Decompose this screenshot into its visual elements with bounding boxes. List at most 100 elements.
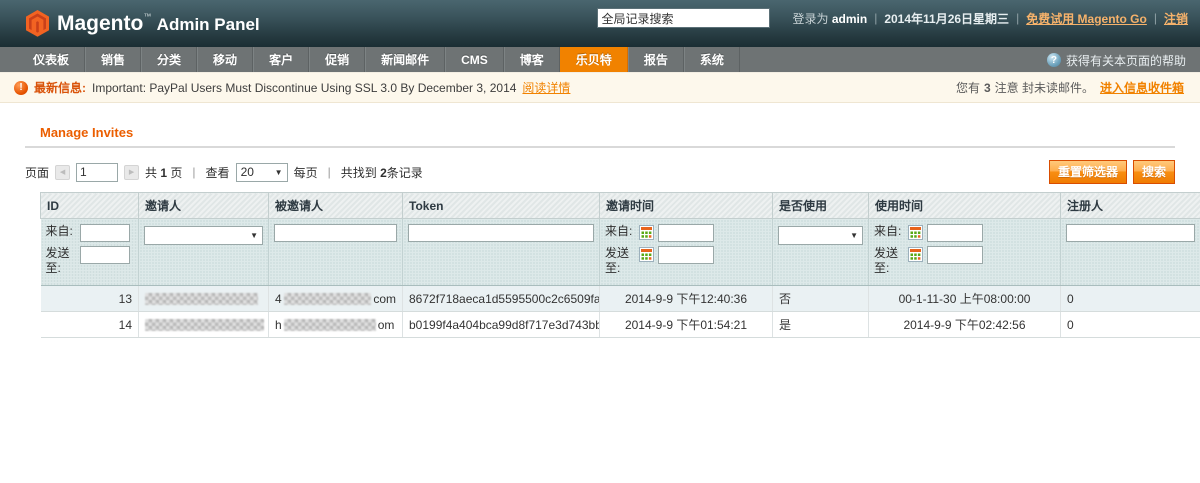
censored-email [284, 319, 376, 331]
brand-name: Magento [57, 12, 143, 35]
cell-used: 是 [773, 312, 869, 338]
calendar-icon[interactable] [639, 247, 654, 262]
header-right: 登录为 admin | 2014年11月26日星期三 | 免费试用 Magent… [597, 8, 1189, 28]
invite-time-to-input[interactable] [658, 246, 714, 264]
column-header-invitee[interactable]: 被邀请人 [269, 193, 403, 219]
chevron-down-icon: ▼ [275, 168, 283, 177]
page-number-input[interactable] [76, 163, 118, 182]
brand-suffix: Admin Panel [157, 15, 260, 34]
filter-cell-token [403, 219, 600, 286]
filter-from-label: 来自: [874, 224, 904, 239]
help-icon: ? [1047, 53, 1061, 67]
page-help-link[interactable]: ? 获得有关本页面的帮助 [1047, 47, 1186, 73]
inbox-count: 3 [984, 81, 991, 95]
per-page-select[interactable]: 20 ▼ [236, 163, 288, 182]
nav-items: 仪表板 销售 分类 移动 客户 促销 新闻邮件 CMS 博客 乐贝特 报告 系统 [18, 47, 740, 72]
cell-id: 14 [41, 312, 139, 338]
id-from-input[interactable] [80, 224, 130, 242]
read-details-link[interactable]: 阅读详情 [522, 79, 570, 96]
previous-page-icon[interactable]: ◀ [55, 165, 70, 180]
nav-item-catalog[interactable]: 分类 [141, 47, 197, 72]
logout-link[interactable]: 注销 [1164, 10, 1188, 27]
records-found-text: 共找到 2条记录 [341, 164, 423, 181]
cell-id: 13 [41, 286, 139, 312]
calendar-icon[interactable] [908, 225, 923, 240]
column-header-id[interactable]: ID [41, 193, 139, 219]
censored-email [145, 319, 264, 331]
view-label: 查看 [206, 164, 230, 181]
page-label: 页面 [25, 164, 49, 181]
censored-email [145, 293, 258, 305]
cell-inviter [139, 286, 269, 312]
logged-in-text: 登录为 admin [793, 10, 868, 27]
column-header-registrant[interactable]: 注册人 [1061, 193, 1200, 219]
go-to-inbox-link[interactable]: 进入信息收件箱 [1100, 79, 1184, 96]
cell-registrant: 0 [1061, 286, 1200, 312]
next-page-icon[interactable]: ▶ [124, 165, 139, 180]
use-time-from-input[interactable] [927, 224, 983, 242]
column-header-inviter[interactable]: 邀请人 [139, 193, 269, 219]
use-time-to-input[interactable] [927, 246, 983, 264]
nav-item-lebeite-active[interactable]: 乐贝特 [560, 47, 628, 72]
column-header-use-time[interactable]: 使用时间 [869, 193, 1061, 219]
app-header: Magento™ Admin Panel 登录为 admin | 2014年11… [0, 0, 1200, 47]
inbox-suffix: 注意 封未读邮件。 [995, 79, 1094, 96]
table-row[interactable]: 14 hom b0199f4a404bca99d8f717e3d743bbcc … [41, 312, 1200, 338]
invite-time-from-input[interactable] [658, 224, 714, 242]
per-page-suffix: 每页 [294, 164, 318, 181]
cell-used: 否 [773, 286, 869, 312]
cell-use-time: 2014-9-9 下午02:42:56 [869, 312, 1061, 338]
nav-item-blog[interactable]: 博客 [504, 47, 560, 72]
grid-toolbar: 页面 ◀ ▶ 共 1 页 | 查看 20 ▼ 每页 | 共找到 2条记录 重置筛… [25, 160, 1175, 184]
nav-item-promotions[interactable]: 促销 [309, 47, 365, 72]
nav-item-cms[interactable]: CMS [445, 47, 504, 72]
separator: | [874, 11, 877, 25]
filter-cell-registrant [1061, 219, 1200, 286]
filter-to-label: 发送至: [605, 246, 635, 276]
nav-item-customers[interactable]: 客户 [253, 47, 309, 72]
notice-bar: ! 最新信息: Important: PayPal Users Must Dis… [0, 73, 1200, 103]
invitee-filter-input[interactable] [274, 224, 397, 242]
cell-use-time: 00-1-11-30 上午08:00:00 [869, 286, 1061, 312]
records-count: 2 [380, 166, 387, 180]
page-title: Manage Invites [40, 125, 1180, 140]
grid-header-row: ID 邀请人 被邀请人 Token 邀请时间 是否使用 使用时间 注册人 [41, 193, 1200, 219]
calendar-icon[interactable] [639, 225, 654, 240]
column-header-used[interactable]: 是否使用 [773, 193, 869, 219]
column-header-invite-time[interactable]: 邀请时间 [600, 193, 773, 219]
nav-item-dashboard[interactable]: 仪表板 [18, 47, 85, 72]
content-area: Manage Invites 页面 ◀ ▶ 共 1 页 | 查看 20 ▼ 每页… [0, 103, 1200, 338]
id-to-input[interactable] [80, 246, 130, 264]
inbox-prefix: 您有 [956, 79, 980, 96]
grid-filter-row: 来自: 发送至: ▼ [41, 219, 1200, 286]
used-filter-select[interactable]: ▼ [778, 226, 863, 245]
table-row[interactable]: 13 4com 8672f718aeca1d5595500c2c6509faf1… [41, 286, 1200, 312]
separator: | [1016, 11, 1019, 25]
logged-in-user: admin [832, 12, 867, 26]
per-page-value: 20 [241, 165, 254, 179]
magento-go-trial-link[interactable]: 免费试用 Magento Go [1026, 10, 1147, 27]
chevron-down-icon: ▼ [850, 231, 858, 240]
filter-to-label: 发送至: [46, 246, 76, 276]
nav-item-mobile[interactable]: 移动 [197, 47, 253, 72]
filter-from-label: 来自: [605, 224, 635, 239]
cell-invitee: 4com [269, 286, 403, 312]
brand: Magento™ Admin Panel [26, 10, 260, 37]
search-button[interactable]: 搜索 [1133, 160, 1175, 184]
registrant-filter-input[interactable] [1066, 224, 1195, 242]
brand-text: Magento™ Admin Panel [57, 12, 260, 36]
global-search-input[interactable] [597, 8, 770, 28]
nav-item-newsletter[interactable]: 新闻邮件 [365, 47, 445, 72]
column-header-token[interactable]: Token [403, 193, 600, 219]
reset-filter-button[interactable]: 重置筛选器 [1049, 160, 1127, 184]
filter-cell-invitee [269, 219, 403, 286]
separator: | [328, 165, 331, 179]
chevron-down-icon: ▼ [250, 231, 258, 240]
nav-item-system[interactable]: 系统 [684, 47, 740, 72]
inviter-filter-select[interactable]: ▼ [144, 226, 263, 245]
title-divider [25, 146, 1175, 148]
nav-item-sales[interactable]: 销售 [85, 47, 141, 72]
nav-item-reports[interactable]: 报告 [628, 47, 684, 72]
token-filter-input[interactable] [408, 224, 594, 242]
calendar-icon[interactable] [908, 247, 923, 262]
